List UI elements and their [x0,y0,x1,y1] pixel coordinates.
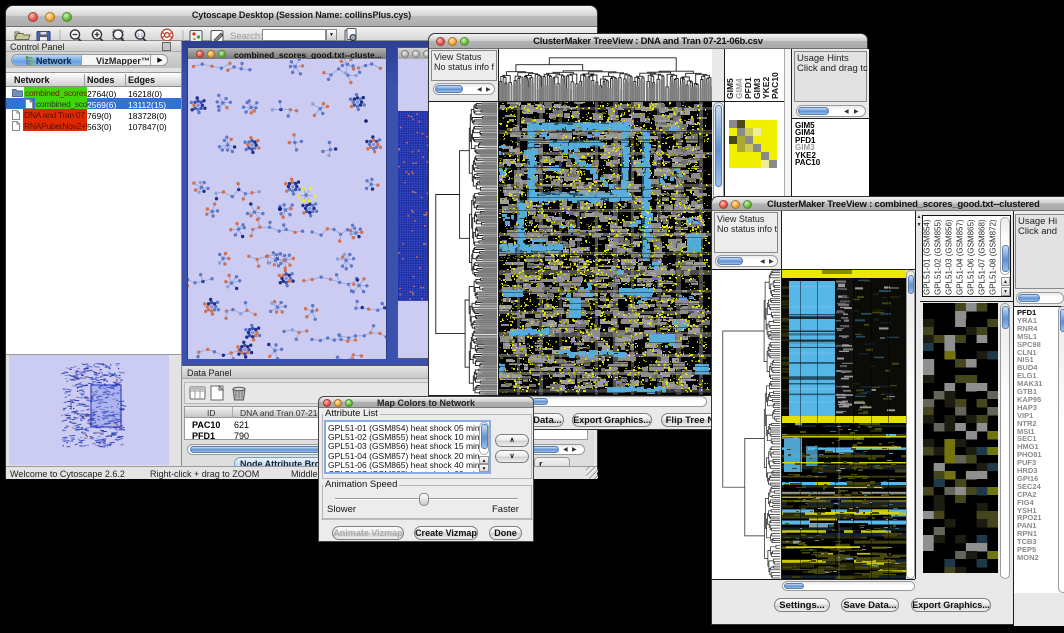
svg-text:GPL51-02 (GSM855): GPL51-02 (GSM855) [934,219,943,295]
svg-text:GPL51-01 (GSM854): GPL51-01 (GSM854) [923,219,932,295]
svg-text:GPL51-03 (GSM856): GPL51-03 (GSM856) [945,219,954,295]
svg-text:GPL51-04 (GSM857): GPL51-04 (GSM857) [956,219,965,295]
svg-text:GPL51-06 (GSM865): GPL51-06 (GSM865) [967,219,976,295]
svg-text:PAC10: PAC10 [770,72,780,99]
svg-text:GPL51-07 (GSM868): GPL51-07 (GSM868) [978,219,987,295]
svg-text:1:1: 1:1 [137,33,144,38]
svg-text:GPL51-08 (GSM872): GPL51-08 (GSM872) [989,219,998,295]
